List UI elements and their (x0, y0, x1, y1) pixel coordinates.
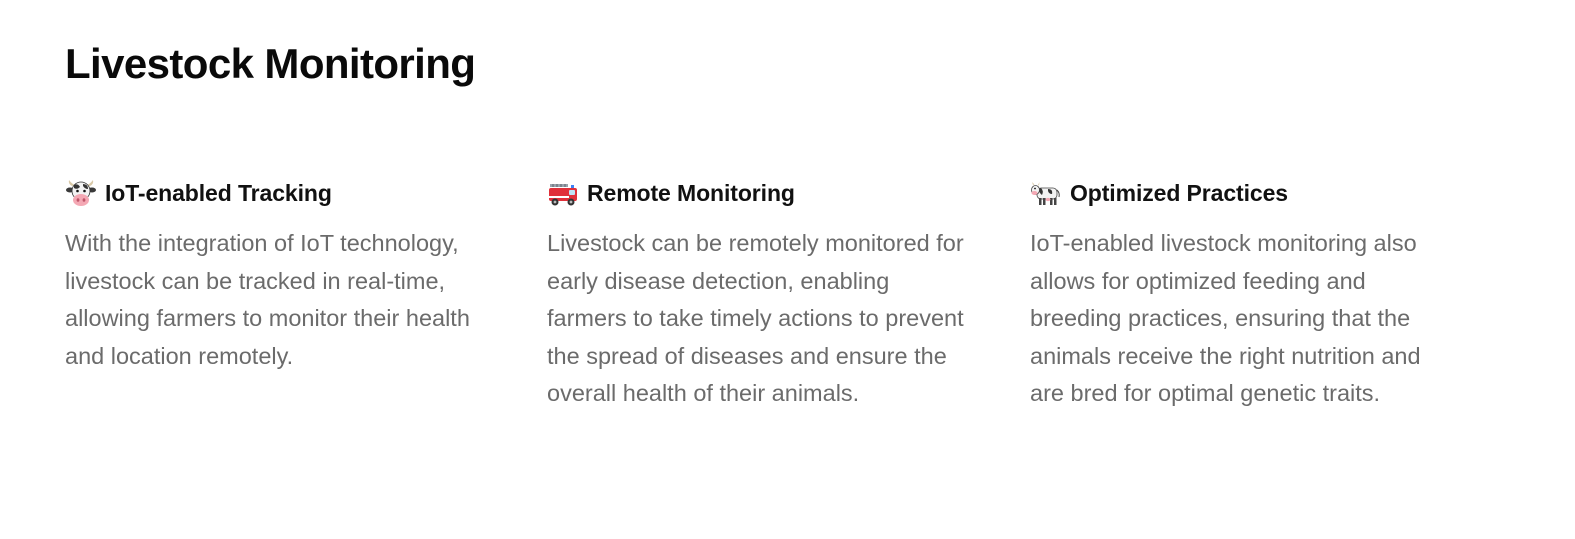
cow-icon (1030, 177, 1062, 209)
feature-header: Optimized Practices (1030, 175, 1460, 211)
features-section: IoT-enabled Tracking With the integratio… (65, 175, 1511, 475)
feature-header: Remote Monitoring (547, 175, 977, 211)
feature-title: Optimized Practices (1070, 179, 1288, 206)
fire-engine-icon (547, 177, 579, 209)
feature-header: IoT-enabled Tracking (65, 175, 495, 211)
feature-description: IoT-enabled livestock monitoring also al… (1030, 230, 1421, 406)
feature-card-optimized-practices: Optimized Practices IoT-enabled livestoc… (1030, 175, 1460, 413)
cow-face-icon (65, 177, 97, 209)
feature-description: With the integration of IoT technology, … (65, 230, 470, 369)
feature-card-iot-tracking: IoT-enabled Tracking With the integratio… (65, 175, 495, 375)
feature-card-remote-monitoring: Remote Monitoring Livestock can be remot… (547, 175, 977, 413)
feature-description: Livestock can be remotely monitored for … (547, 230, 964, 406)
page-title: Livestock Monitoring (65, 40, 476, 87)
feature-title: IoT-enabled Tracking (105, 179, 332, 206)
feature-title: Remote Monitoring (587, 179, 795, 206)
